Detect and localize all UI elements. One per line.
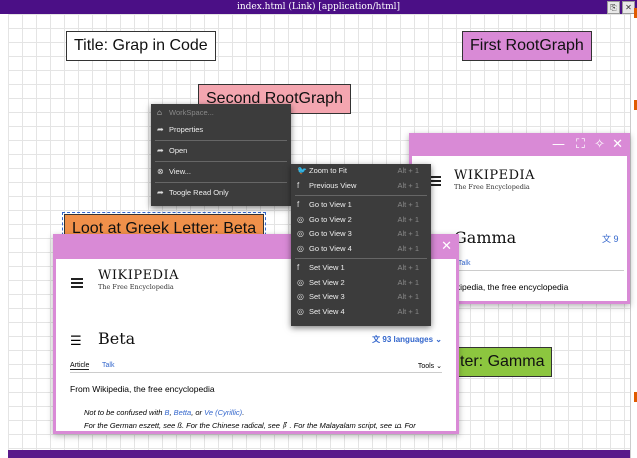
maximize-icon[interactable]: ⛶ bbox=[576, 138, 585, 152]
gamma-node[interactable]: ter: Gamma bbox=[452, 347, 553, 377]
chevron-down-icon: ⌄ bbox=[436, 363, 442, 370]
article-title: Gamma bbox=[454, 228, 517, 247]
menu-item-go-to-view-3[interactable]: ◎ Go to View 3 Alt + 1 bbox=[291, 227, 431, 242]
tab-divider bbox=[70, 372, 442, 373]
attach-icon[interactable]: ⎘ bbox=[607, 1, 620, 14]
menu-item-go-to-view-4[interactable]: ◎ Go to View 4 Alt + 1 bbox=[291, 242, 431, 257]
hatnote-confusion: Not to be confused with B, Betta, or Ve … bbox=[84, 408, 245, 417]
menu-item-go-to-view-2[interactable]: ◎ Go to View 2 Alt + 1 bbox=[291, 213, 431, 228]
instagram-icon: ◎ bbox=[297, 229, 304, 238]
language-count: 9 bbox=[613, 234, 619, 244]
pin-icon[interactable]: ✧ bbox=[594, 138, 605, 152]
facebook-icon: f bbox=[297, 200, 300, 209]
menu-divider bbox=[155, 161, 287, 162]
workspace-icon: ⌂ bbox=[157, 108, 162, 117]
tab-talk[interactable]: Talk bbox=[458, 260, 470, 267]
close-circle-icon: ⊗ bbox=[157, 167, 164, 176]
popup-header: — ⛶ ✧ ✕ bbox=[412, 136, 627, 156]
article-intro: From Wikipedia, the free encyclopedia bbox=[70, 384, 215, 394]
first-rootgraph-node[interactable]: First RootGraph bbox=[462, 31, 592, 61]
chevron-down-icon: ⌄ bbox=[435, 335, 442, 344]
window-titlebar: index.html (Link) [application/html] ⎘ ✕ bbox=[0, 0, 637, 14]
facebook-icon: f bbox=[297, 263, 300, 272]
instagram-icon: ◎ bbox=[297, 243, 304, 253]
link-betta[interactable]: Betta bbox=[174, 408, 192, 417]
language-button[interactable]: 文 93 languages ⌄ bbox=[372, 334, 442, 345]
hatnote-other: For the German eszett, see ß. For the Ch… bbox=[84, 421, 416, 430]
tab-divider bbox=[454, 270, 624, 271]
translate-icon: 文 bbox=[372, 335, 381, 344]
menu-item-open[interactable]: ➦ Open bbox=[151, 143, 291, 159]
menu-item-zoom-to-fit[interactable]: 🐦 Zoom to Fit Alt + 1 bbox=[291, 164, 431, 179]
menu-divider bbox=[295, 195, 427, 196]
window-title: index.html (Link) [application/html] bbox=[236, 2, 400, 12]
tab-article[interactable]: Article bbox=[70, 362, 90, 370]
tools-label: Tools bbox=[417, 363, 435, 370]
toc-icon[interactable]: ☰ bbox=[70, 334, 82, 349]
wikipedia-tagline: The Free Encyclopedia bbox=[98, 283, 174, 291]
close-icon[interactable]: ✕ bbox=[441, 240, 452, 254]
share-arrow-icon: ➦ bbox=[157, 188, 164, 197]
minimize-icon[interactable]: — bbox=[552, 138, 565, 152]
menu-item-properties[interactable]: ➦ Properties bbox=[151, 122, 291, 138]
menu-item-set-view-2[interactable]: ◎ Set View 2 Alt + 1 bbox=[291, 276, 431, 291]
menu-divider bbox=[295, 258, 427, 259]
instagram-icon: ◎ bbox=[297, 277, 304, 287]
translate-icon: 文 bbox=[602, 234, 612, 244]
facebook-icon: f bbox=[297, 180, 300, 190]
wikipedia-tagline: The Free Encyclopedia bbox=[454, 183, 530, 191]
tools-menu[interactable]: Tools ⌄ bbox=[418, 362, 442, 370]
menu-divider bbox=[155, 182, 287, 183]
context-menu-header: ⌂ WorkSpace... bbox=[151, 104, 291, 122]
view-submenu: 🐦 Zoom to Fit Alt + 1 f Previous View Alt + … bbox=[291, 164, 431, 326]
share-arrow-icon: ➦ bbox=[157, 146, 164, 155]
instagram-icon: ◎ bbox=[297, 306, 304, 316]
menu-divider bbox=[155, 140, 287, 141]
menu-item-view[interactable]: ⊗ View... bbox=[151, 164, 291, 180]
language-count: 93 languages bbox=[382, 335, 434, 344]
menu-item-set-view-1[interactable]: f Set View 1 Alt + 1 bbox=[291, 261, 431, 276]
article-intro: ikipedia, the free encyclopedia bbox=[454, 282, 569, 292]
menu-item-previous-view[interactable]: f Previous View Alt + 1 bbox=[291, 179, 431, 194]
menu-icon[interactable] bbox=[71, 278, 83, 288]
wikipedia-logo[interactable]: WIKIPEDIA bbox=[454, 168, 535, 183]
close-icon[interactable]: ✕ bbox=[612, 138, 623, 152]
link-ve-cyrillic[interactable]: Ve (Cyrillic) bbox=[204, 408, 242, 417]
menu-item-set-view-3[interactable]: ◎ Set View 3 Alt + 1 bbox=[291, 290, 431, 305]
article-title: Beta bbox=[98, 329, 136, 348]
link-b[interactable]: B bbox=[164, 408, 169, 417]
menu-item-set-view-4[interactable]: ◎ Set View 4 Alt + 1 bbox=[291, 305, 431, 320]
instagram-icon: ◎ bbox=[297, 292, 304, 301]
menu-item-toggle-read-only[interactable]: ➦ Toogle Read Only bbox=[151, 185, 291, 201]
context-menu: ⌂ WorkSpace... ➦ Properties ➦ Open ⊗ View...… bbox=[151, 104, 291, 206]
share-arrow-icon: ➦ bbox=[157, 125, 164, 134]
title-node[interactable]: Title: Grap in Code bbox=[66, 31, 216, 61]
twitter-icon: 🐦 bbox=[297, 166, 307, 175]
language-button[interactable]: 文 9 bbox=[602, 232, 619, 245]
wikipedia-logo[interactable]: WIKIPEDIA bbox=[98, 268, 179, 283]
left-frame bbox=[0, 14, 8, 458]
instagram-icon: ◎ bbox=[297, 214, 304, 224]
menu-item-go-to-view-1[interactable]: f Go to View 1 Alt + 1 bbox=[291, 198, 431, 213]
tab-talk[interactable]: Talk bbox=[102, 362, 114, 369]
